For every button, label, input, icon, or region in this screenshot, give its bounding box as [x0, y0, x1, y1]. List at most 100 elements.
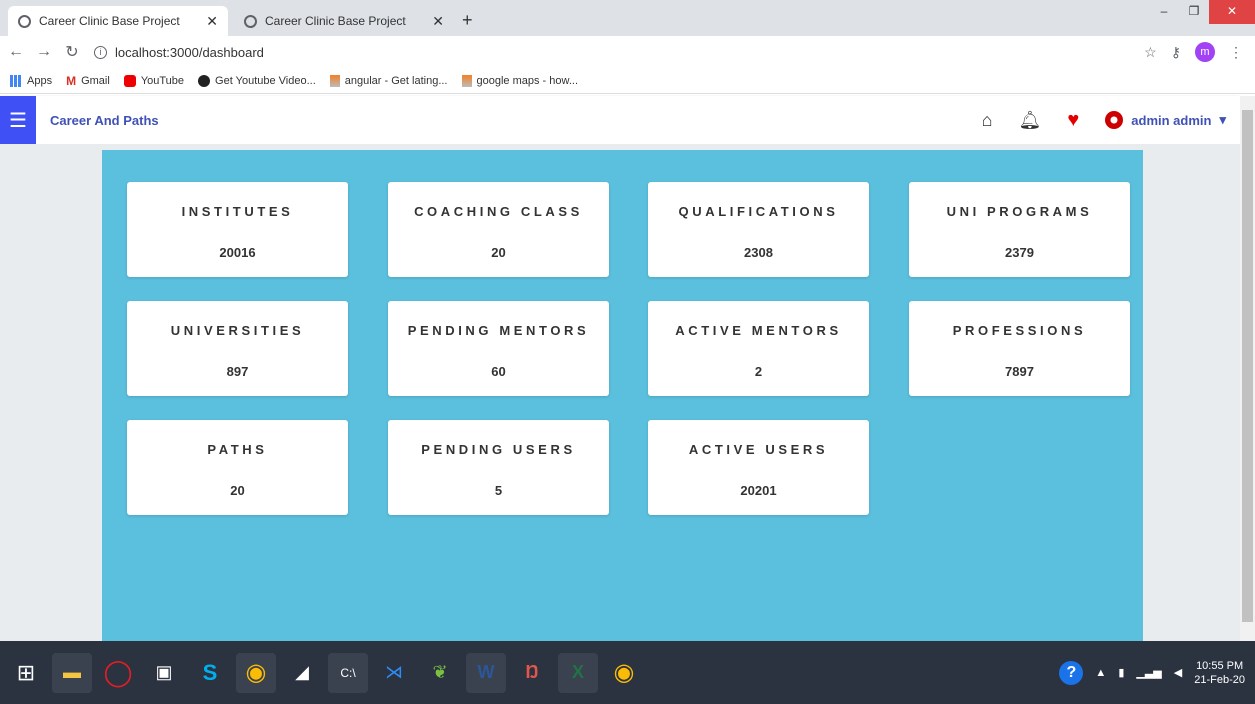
app-title[interactable]: Career And Paths	[50, 113, 159, 128]
stackoverflow-icon	[329, 74, 340, 87]
bookmark-label: YouTube	[140, 74, 185, 87]
windows-taskbar: ⊞ ▬ ◯ ▣ S ◉ ◢ C:\ ⋊ ❦ W Ŋ X ◉ ? ▲ ▮ ▁▃▅ …	[0, 641, 1255, 704]
heart-icon[interactable]: ♥	[1067, 109, 1079, 132]
stat-value: 5	[494, 483, 503, 498]
stat-value: 60	[491, 364, 506, 379]
github-icon	[198, 74, 211, 87]
stackoverflow-icon	[461, 74, 472, 87]
close-icon[interactable]: ✕	[206, 13, 218, 30]
browser-tab-2[interactable]: Career Clinic Base Project ✕	[234, 6, 454, 36]
leaf-app-icon[interactable]: ❦	[420, 653, 460, 693]
url-text: localhost:3000/dashboard	[115, 44, 264, 60]
stat-label: PROFESSIONS	[952, 323, 1087, 338]
stat-value: 20	[230, 483, 245, 498]
stat-card-qualifications[interactable]: QUALIFICATIONS 2308	[648, 182, 869, 277]
apps-icon	[10, 74, 22, 87]
bookmark-github[interactable]: Get Youtube Video...	[198, 74, 316, 87]
gmail-icon: M	[66, 73, 77, 88]
info-icon[interactable]: i	[94, 45, 107, 59]
forward-icon[interactable]: →	[32, 43, 56, 61]
minimize-icon[interactable]: ‒	[1149, 0, 1179, 24]
stat-value: 20016	[219, 245, 256, 260]
stat-card-uni-programs[interactable]: UNI PROGRAMS 2379	[909, 182, 1130, 277]
tab-title: Career Clinic Base Project	[265, 14, 406, 28]
dashboard-page: INSTITUTES 20016 COACHING CLASS 20 QUALI…	[0, 144, 1240, 641]
file-explorer-icon[interactable]: ▬	[52, 652, 92, 693]
clock-time: 10:55 PM	[1196, 659, 1244, 672]
stat-card-pending-users[interactable]: PENDING USERS 5	[388, 420, 609, 515]
opera-icon[interactable]: ◯	[98, 653, 138, 693]
star-icon[interactable]: ☆	[1144, 44, 1157, 61]
close-icon[interactable]: ✕	[432, 13, 444, 30]
stat-label: PENDING MENTORS	[407, 323, 590, 338]
stat-card-paths[interactable]: PATHS 20	[127, 420, 348, 515]
back-icon[interactable]: ←	[4, 43, 28, 61]
url-input[interactable]: i localhost:3000/dashboard	[94, 39, 1134, 65]
stat-card-professions[interactable]: PROFESSIONS 7897	[909, 301, 1130, 396]
stat-value: 2379	[1005, 245, 1034, 260]
excel-icon[interactable]: X	[558, 652, 598, 693]
word-icon[interactable]: W	[466, 652, 506, 693]
windows-start-icon[interactable]: ⊞	[6, 653, 46, 693]
vscode-icon[interactable]: ⋊	[374, 653, 414, 693]
scrollbar-thumb[interactable]	[1242, 110, 1253, 622]
reload-icon[interactable]: ↻	[60, 42, 84, 62]
stat-value: 20201	[740, 483, 777, 498]
stat-card-coaching-class[interactable]: COACHING CLASS 20	[388, 182, 609, 277]
chevron-up-icon[interactable]: ▲	[1095, 667, 1106, 679]
stat-value: 897	[226, 364, 249, 379]
window-controls: ‒ ❐ ✕	[1149, 0, 1255, 24]
address-bar: ← → ↻ i localhost:3000/dashboard ☆ ⚷ m ⋮	[0, 36, 1255, 68]
profile-avatar[interactable]: m	[1195, 42, 1215, 62]
bookmark-youtube[interactable]: YouTube	[123, 74, 185, 87]
bookmark-label: Gmail	[81, 74, 110, 87]
skype-icon[interactable]: S	[190, 653, 230, 693]
menu-dots-icon[interactable]: ⋮	[1229, 44, 1243, 61]
battery-icon[interactable]: ▮	[1118, 666, 1124, 679]
notes-icon[interactable]: ◢	[282, 653, 322, 693]
stat-label: INSTITUTES	[181, 204, 294, 219]
bookmark-gmail[interactable]: M Gmail	[66, 75, 110, 87]
system-tray: ? ▲ ▮ ▁▃▅ ◀ 10:55 PM 21-Feb-20	[1059, 659, 1245, 687]
stat-card-pending-mentors[interactable]: PENDING MENTORS 60	[388, 301, 609, 396]
signal-icon[interactable]: ▁▃▅	[1136, 666, 1161, 679]
terminal-icon[interactable]: C:\	[328, 652, 368, 693]
stat-label: COACHING CLASS	[414, 204, 583, 219]
clock-date: 21-Feb-20	[1194, 673, 1245, 686]
chrome-2-icon[interactable]: ◉	[604, 653, 644, 693]
bell-icon[interactable]: 🔔︎	[1019, 110, 1042, 131]
stat-card-institutes[interactable]: INSTITUTES 20016	[127, 182, 348, 277]
home-icon[interactable]: ⌂	[982, 110, 993, 131]
browser-tab-bar: Career Clinic Base Project ✕ Career Clin…	[0, 0, 1255, 36]
bookmark-label: angular - Get lating...	[344, 74, 448, 87]
browser-tab-1[interactable]: Career Clinic Base Project ✕	[8, 6, 228, 36]
help-icon[interactable]: ?	[1059, 660, 1084, 685]
clock[interactable]: 10:55 PM 21-Feb-20	[1194, 659, 1245, 687]
page-scrollbar[interactable]	[1240, 96, 1255, 641]
caret-down-icon: ▾	[1219, 112, 1226, 127]
stat-value: 2308	[744, 245, 773, 260]
stat-card-active-mentors[interactable]: ACTIVE MENTORS 2	[648, 301, 869, 396]
stats-panel: INSTITUTES 20016 COACHING CLASS 20 QUALI…	[102, 150, 1143, 641]
chrome-icon[interactable]: ◉	[236, 652, 276, 693]
hamburger-menu-button[interactable]: ☰	[0, 96, 36, 144]
stat-card-universities[interactable]: UNIVERSITIES 897	[127, 301, 348, 396]
restore-icon[interactable]: ❐	[1179, 0, 1209, 24]
bookmark-apps[interactable]: Apps	[10, 74, 52, 87]
stat-label: ACTIVE USERS	[688, 442, 829, 457]
bookmarks-bar: Apps M Gmail YouTube Get Youtube Video...…	[0, 68, 1255, 94]
avatar	[1105, 111, 1124, 129]
pdf-icon[interactable]: Ŋ	[512, 653, 552, 693]
photos-icon[interactable]: ▣	[144, 653, 184, 693]
app-header: ☰ Career And Paths ⌂ 🔔︎ ♥ admin admin ▾	[0, 96, 1240, 144]
bookmark-stackoverflow-2[interactable]: google maps - how...	[461, 74, 578, 87]
user-name: admin admin	[1131, 112, 1212, 128]
bookmark-stackoverflow-1[interactable]: angular - Get lating...	[329, 74, 448, 87]
stat-value: 20	[491, 245, 506, 260]
stat-card-active-users[interactable]: ACTIVE USERS 20201	[648, 420, 869, 515]
window-close-icon[interactable]: ✕	[1209, 0, 1255, 24]
volume-icon[interactable]: ◀	[1174, 666, 1182, 679]
new-tab-button[interactable]: +	[462, 10, 473, 31]
key-icon[interactable]: ⚷	[1171, 44, 1181, 61]
user-menu[interactable]: admin admin ▾	[1105, 111, 1226, 129]
